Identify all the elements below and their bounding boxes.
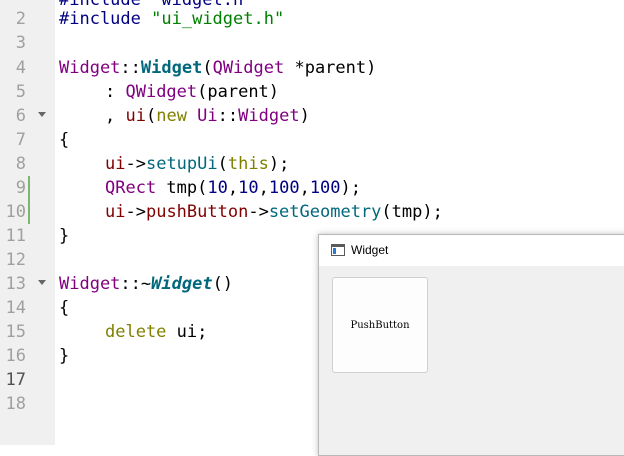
code-line-8: 8 ui->setupUi(this); [0, 152, 624, 176]
call-args: (tmp); [381, 202, 443, 222]
initializer-colon: : [105, 82, 126, 102]
paren: ); [268, 154, 290, 174]
paren: ) [299, 106, 310, 126]
member-name: pushButton [145, 202, 249, 222]
window-title: Widget [351, 243, 389, 257]
line-number: 3 [15, 33, 26, 53]
line-number: 16 [5, 346, 26, 366]
line-number: 5 [15, 82, 26, 102]
code-line-9-text: QRect tmp(10,10,100,100); [105, 176, 361, 200]
code-line-10-text: ui->pushButton->setGeometry(tmp); [105, 200, 443, 224]
window-app-icon [331, 244, 345, 256]
code-line-2-text: #include "ui_widget.h" [59, 7, 284, 31]
code-line-4-text: Widget::Widget(QWidget *parent) [59, 56, 376, 80]
include-string: "ui_widget.h" [151, 9, 285, 29]
code-line-2: 2 #include "ui_widget.h" [0, 7, 624, 31]
line-number: 7 [15, 130, 26, 150]
code-line-6-text: , ui(new Ui::Widget) [105, 104, 310, 128]
fold-arrow-icon[interactable] [38, 112, 46, 117]
parameter-text: *parent) [284, 58, 377, 78]
number-literal: 100 [309, 178, 341, 198]
code-line-5: 5 : QWidget(parent) [0, 80, 624, 104]
code-line-13-text: Widget::~Widget() [59, 272, 233, 296]
method-name: setupUi [145, 154, 218, 174]
code-line-7-text: { [59, 128, 69, 152]
fold-arrow-icon[interactable] [38, 280, 46, 285]
code-line-6: 6 , ui(new Ui::Widget) [0, 104, 624, 128]
code-line-11-text: } [59, 224, 69, 248]
number-literal: 100 [268, 178, 300, 198]
keyword: this [227, 154, 269, 174]
paren: ( [217, 154, 228, 174]
number-literal: 10 [238, 178, 259, 198]
initializer-args: (parent) [197, 82, 280, 102]
line-number: 13 [5, 274, 26, 294]
line-number: 12 [5, 250, 26, 270]
type-name: QWidget [125, 82, 198, 102]
line-number: 10 [5, 202, 26, 222]
scope-operator: :: [120, 58, 141, 78]
member-name: ui [105, 154, 126, 174]
comma: , [258, 178, 269, 198]
code-line-5-text: : QWidget(parent) [105, 80, 279, 104]
code-line-15-text: delete ui; [105, 320, 207, 344]
scope-operator: ::~ [120, 274, 152, 294]
comma: , [227, 178, 239, 198]
paren: () [212, 274, 234, 294]
code-line-10: 10 ui->pushButton->setGeometry(tmp); [0, 200, 624, 224]
paren: ); [340, 178, 362, 198]
widget-app-window[interactable]: Widget PushButton [318, 234, 624, 456]
arrow-operator: -> [125, 154, 146, 174]
keyword: delete [105, 322, 167, 342]
code-line-16-text: } [59, 344, 69, 368]
open-brace: { [59, 298, 70, 318]
type-name: QWidget [212, 58, 285, 78]
statement-text: ui; [166, 322, 208, 342]
window-titlebar[interactable]: Widget [319, 235, 624, 266]
modified-line-marker [28, 200, 30, 224]
constructor-name: Widget [140, 58, 203, 78]
scope-operator: :: [217, 106, 239, 126]
namespace-name: Ui [186, 106, 218, 126]
method-name: setGeometry [268, 202, 382, 222]
line-number: 15 [5, 322, 26, 342]
close-brace: } [59, 346, 70, 366]
arrow-operator: -> [248, 202, 269, 222]
code-line-7: 7 { [0, 128, 624, 152]
current-line-number: 17 [5, 370, 26, 390]
member-name: ui [105, 202, 126, 222]
initializer-comma: , [105, 106, 126, 126]
line-number: 11 [5, 226, 26, 246]
modified-line-marker [28, 176, 30, 200]
number-literal: 10 [207, 178, 228, 198]
code-line-9: 9 QRect tmp(10,10,100,100); [0, 176, 624, 200]
comma: , [299, 178, 310, 198]
push-button[interactable]: PushButton [332, 277, 428, 373]
code-line-14-text: { [59, 296, 69, 320]
paren: ( [145, 106, 157, 126]
code-line-8-text: ui->setupUi(this); [105, 152, 289, 176]
variable-decl: tmp( [156, 178, 208, 198]
open-brace: { [59, 130, 70, 150]
destructor-name: Widget [151, 274, 213, 294]
paren: ( [202, 58, 213, 78]
line-number: 2 [15, 9, 26, 29]
line-number: 4 [15, 58, 26, 78]
line-number: 6 [15, 106, 26, 126]
close-brace: } [59, 226, 70, 246]
line-number: 9 [15, 178, 26, 198]
line-number: 18 [5, 394, 26, 414]
arrow-operator: -> [125, 202, 146, 222]
code-line-3: 3 [0, 31, 624, 55]
class-name: Widget [59, 58, 121, 78]
code-line-4: 4 Widget::Widget(QWidget *parent) [0, 56, 624, 80]
type-name: QRect [105, 178, 157, 198]
line-number: 14 [5, 298, 26, 318]
keyword: new [156, 106, 187, 126]
preprocessor-keyword: #include [59, 9, 141, 29]
type-name: Widget [238, 106, 300, 126]
line-number: 8 [15, 154, 26, 174]
member-name: ui [125, 106, 146, 126]
class-name: Widget [59, 274, 121, 294]
